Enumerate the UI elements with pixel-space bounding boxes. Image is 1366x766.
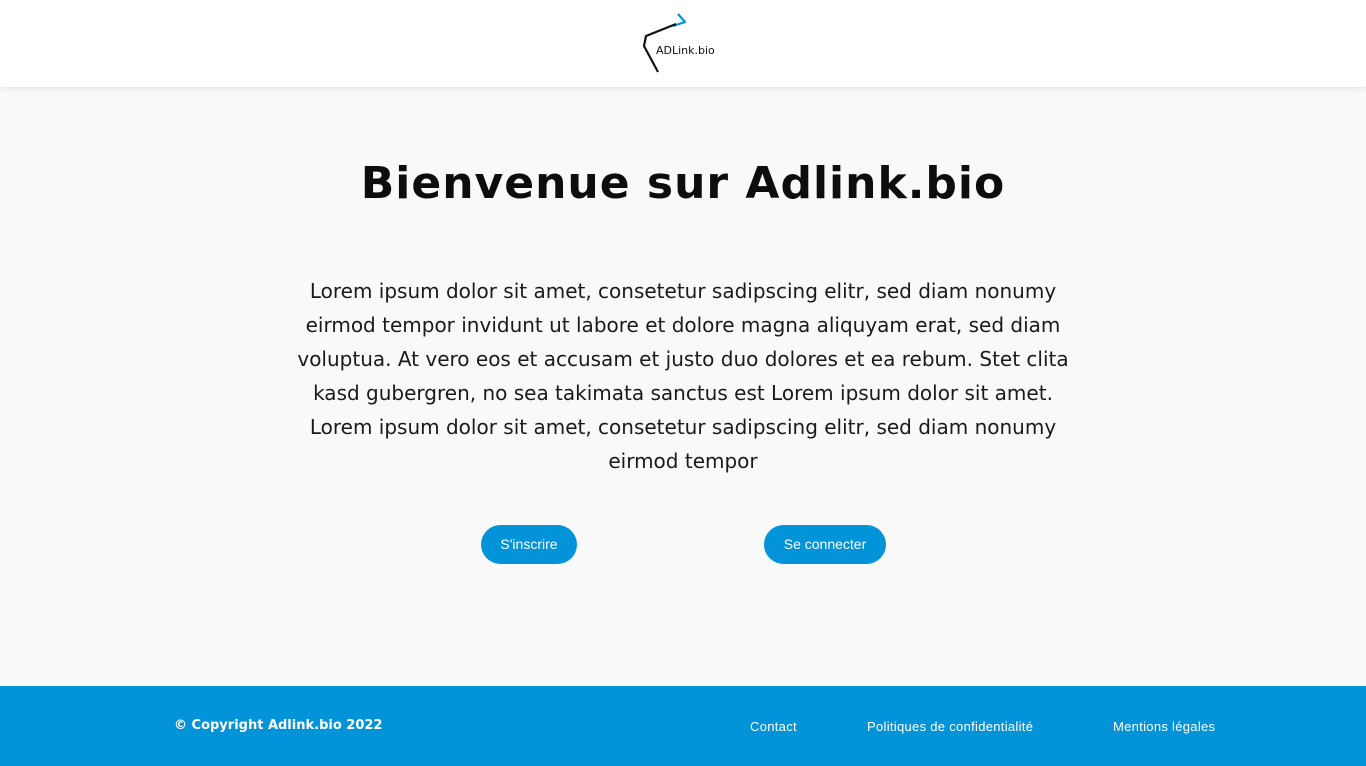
signup-button[interactable]: S'inscrire <box>481 525 577 564</box>
adlink-logo-icon: ADLink.bio <box>642 13 715 73</box>
page-title: Bienvenue sur Adlink.bio <box>360 158 1006 209</box>
site-footer: © Copyright Adlink.bio 2022 Contact Poli… <box>0 686 1366 766</box>
login-button[interactable]: Se connecter <box>764 525 886 564</box>
footer-link-contact[interactable]: Contact <box>750 719 797 734</box>
svg-text:ADLink.bio: ADLink.bio <box>656 44 715 57</box>
copyright-text: © Copyright Adlink.bio 2022 <box>174 718 383 733</box>
intro-paragraph: Lorem ipsum dolor sit amet, consetetur s… <box>297 279 1069 473</box>
footer-link-legal-notice[interactable]: Mentions légales <box>1113 719 1215 734</box>
footer-link-privacy-policy[interactable]: Politiques de confidentialité <box>867 719 1033 734</box>
site-header: ADLink.bio <box>0 0 1366 87</box>
